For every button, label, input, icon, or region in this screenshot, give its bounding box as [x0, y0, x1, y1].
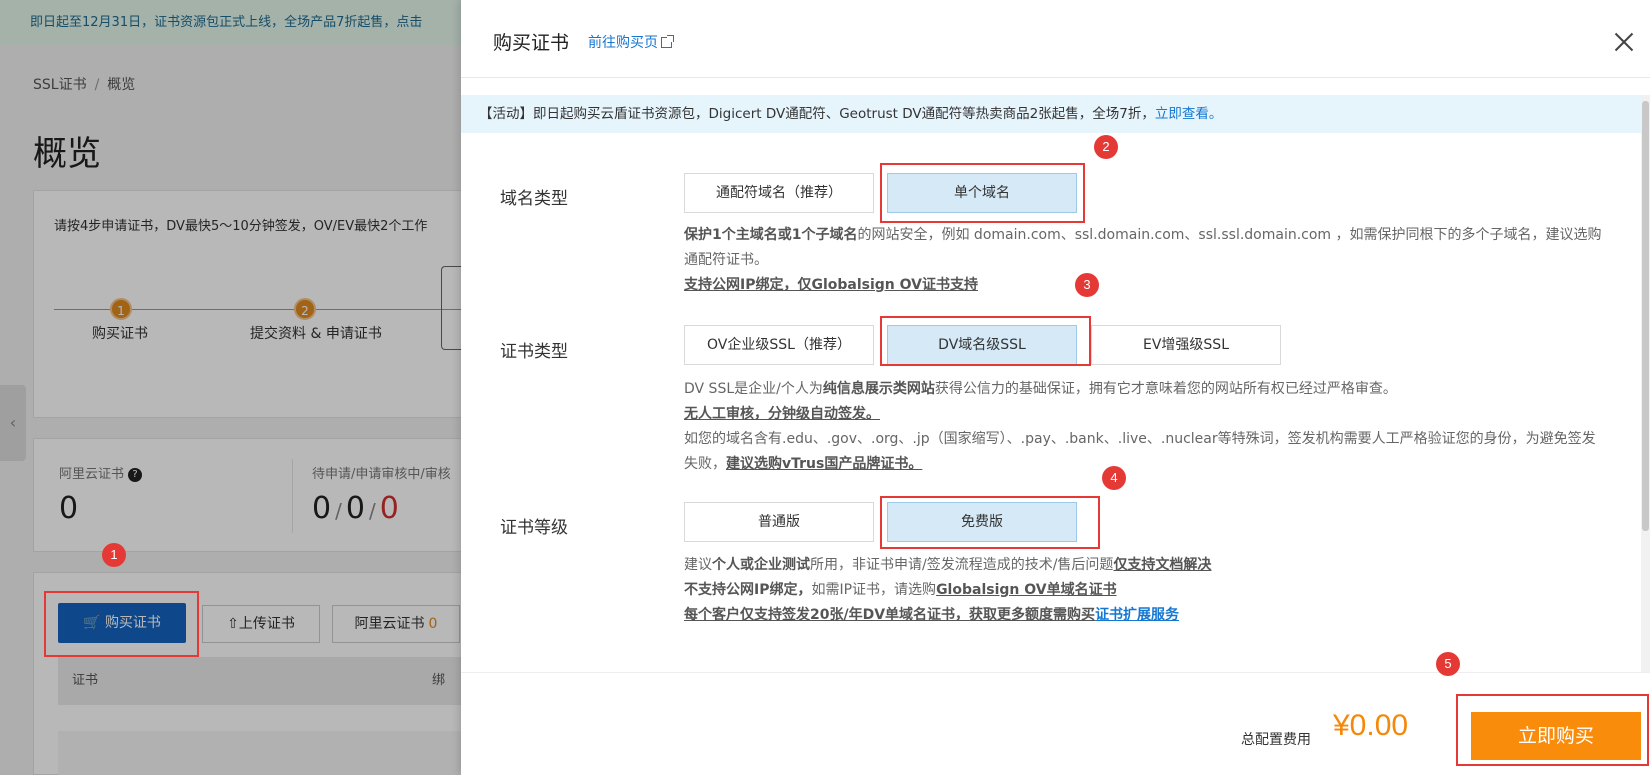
goto-buy-page-link[interactable]: 前往购买页 [588, 32, 674, 52]
option-wildcard-domain[interactable]: 通配符域名（推荐） [684, 173, 874, 213]
total-fee-label: 总配置费用 [1241, 732, 1311, 748]
annotation-badge-3: 3 [1075, 273, 1099, 297]
cert-type-label: 证书类型 [500, 342, 568, 362]
domain-type-desc: 保护1个主域名或1个子域名的网站安全，例如 domain.com、ssl.dom… [684, 227, 1602, 293]
annotation-box-3 [880, 316, 1091, 366]
annotation-badge-5: 5 [1436, 652, 1460, 676]
domain-type-label: 域名类型 [500, 189, 568, 209]
cert-level-desc: 建议个人或企业测试所用，非证书申请/签发流程造成的技术/售后问题仅支持文档解决不… [684, 557, 1212, 623]
drawer-header: 购买证书 前往购买页 [461, 0, 1650, 78]
vtrus-link[interactable]: 建议选购vTrus国产品牌证书。 [726, 456, 922, 472]
promo-view-link[interactable]: 立即查看。 [1155, 106, 1223, 122]
annotation-badge-4: 4 [1102, 466, 1126, 490]
cert-type-desc: DV SSL是企业/个人为纯信息展示类网站获得公信力的基础保证，拥有它才意味着您… [684, 381, 1596, 472]
annotation-box-1 [44, 591, 199, 657]
option-standard[interactable]: 普通版 [684, 502, 874, 542]
globalsign-ov-link[interactable]: Globalsign OV单域名证书 [936, 582, 1117, 598]
total-fee-value: ¥0.00 [1333, 709, 1409, 742]
option-ev-ssl[interactable]: EV增强级SSL [1091, 325, 1281, 365]
promo-notice: 【活动】即日起购买云盾证书资源包，Digicert DV通配符、Geotrust… [461, 95, 1641, 133]
cert-level-label: 证书等级 [500, 518, 568, 538]
annotation-box-5 [1456, 694, 1649, 766]
scrollbar[interactable] [1641, 95, 1650, 675]
annotation-badge-1: 1 [102, 543, 126, 567]
annotation-badge-2: 2 [1094, 135, 1118, 159]
cert-extension-link[interactable]: 证书扩展服务 [1095, 607, 1179, 623]
drawer-title: 购买证书 [493, 32, 570, 54]
annotation-box-4 [880, 496, 1100, 549]
scrollbar-thumb[interactable] [1642, 101, 1649, 531]
ip-binding-note: 支持公网IP绑定，仅Globalsign OV证书支持 [684, 277, 978, 293]
annotation-box-2 [880, 163, 1085, 223]
buy-cert-drawer: 购买证书 前往购买页 【活动】即日起购买云盾证书资源包，Digicert DV通… [461, 0, 1650, 775]
close-icon[interactable] [1612, 30, 1636, 54]
external-link-icon [661, 35, 674, 48]
option-ov-ssl[interactable]: OV企业级SSL（推荐） [684, 325, 874, 365]
